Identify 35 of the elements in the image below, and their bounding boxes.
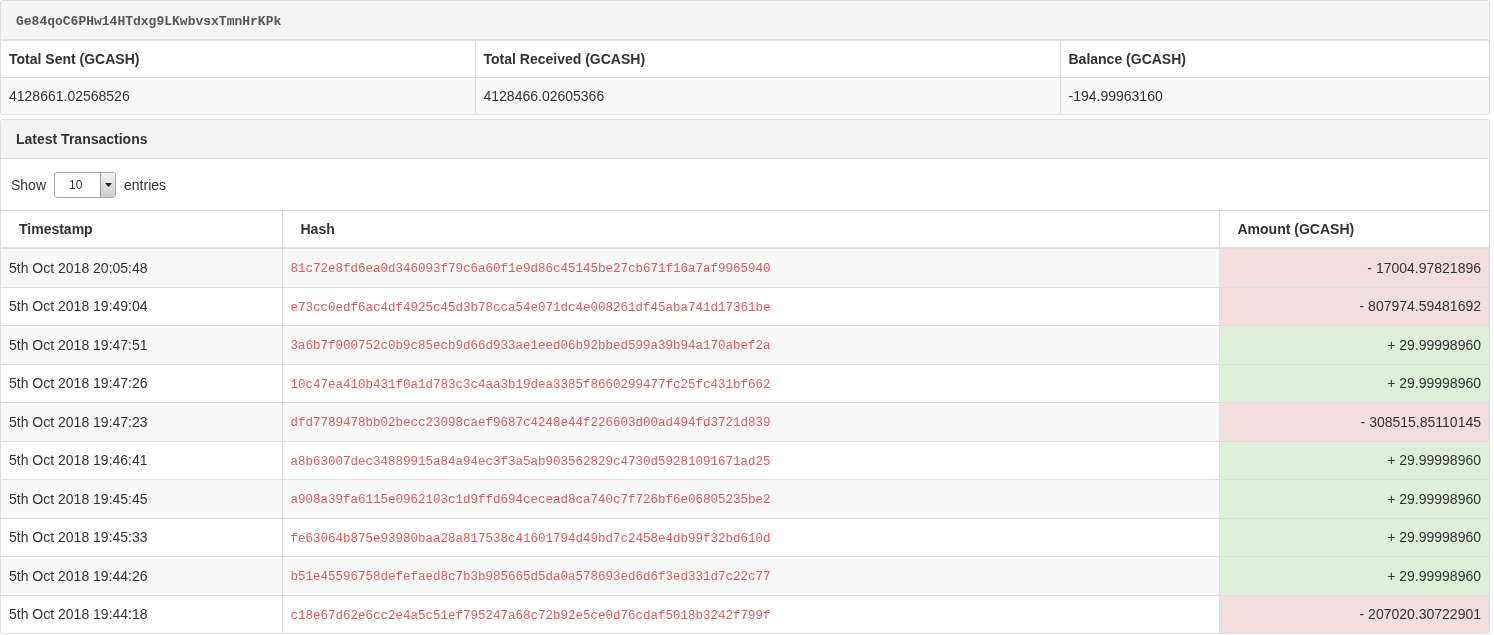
- hash-link[interactable]: e73cc0edf6ac4df4925c45d3b78cca54e071dc4e008261df45aba741d17361be: [290, 300, 771, 315]
- amount-cell: + 29.99998960: [1219, 441, 1489, 480]
- amount-cell: - 308515.85110145: [1219, 402, 1489, 441]
- timestamp-cell: 5th Oct 2018 20:05:48: [1, 248, 282, 287]
- timestamp-cell: 5th Oct 2018 19:47:23: [1, 402, 282, 441]
- amount-cell: - 807974.59481692: [1219, 287, 1489, 326]
- amount-cell: - 17004.97821896: [1219, 248, 1489, 287]
- hash-link[interactable]: a908a39fa6115e0962103c1d9ffd694cecead8ca740c7f726bf6e06805235be2: [290, 493, 771, 508]
- timestamp-cell: 5th Oct 2018 19:44:26: [1, 556, 282, 595]
- timestamp-cell: 5th Oct 2018 19:47:51: [1, 325, 282, 364]
- timestamp-cell: 5th Oct 2018 19:44:18: [1, 595, 282, 633]
- table-cell: -194.99963160: [1060, 77, 1489, 114]
- page-size-select[interactable]: 10: [54, 171, 117, 198]
- entries-label: entries: [124, 176, 167, 193]
- amount-cell: + 29.99998960: [1219, 364, 1489, 403]
- caret-icon: [104, 182, 112, 187]
- address-title: Ge84qoC6PHw14HTdxg9LKwbvsxTmnHrKPk: [16, 14, 282, 29]
- hash-link[interactable]: 3a6b7f000752c0b9c85ecb9d66d933ae1eed06b92bbed599a39b94a170abef2a: [290, 339, 771, 354]
- amount-cell: + 29.99998960: [1219, 556, 1489, 595]
- hash-link[interactable]: a8b63007dec34889915a84a94ec3f3a5ab903562829c4730d59281091671ad25: [290, 454, 771, 469]
- hash-link[interactable]: fe63064b875e93980baa28a817538c41601794d49bd7c2458e4db99f32bd610d: [290, 531, 771, 546]
- hash-link[interactable]: c18e67d62e6cc2e4a5c51ef795247a68c72b92e5ce0d76cdaf5018b3242f799f: [290, 608, 771, 623]
- table-cell: 4128661.02568526: [1, 77, 475, 114]
- hash-link[interactable]: 81c72e8fd6ea0d346093f79c6a60f1e9d86c45145be27cb671f16a7af9965940: [290, 262, 771, 277]
- amount-cell: + 29.99998960: [1219, 518, 1489, 557]
- hash-link[interactable]: b51e45596758defefaed8c7b3b985665d5da0a578693ed6d6f3ed331d7c22c77: [290, 570, 771, 585]
- table-cell: 4128466.02605366: [475, 77, 1060, 114]
- amount-cell: - 207020.30722901: [1219, 595, 1489, 633]
- timestamp-cell: 5th Oct 2018 19:45:45: [1, 479, 282, 518]
- panel-title: Latest Transactions: [16, 131, 148, 147]
- amount-cell: + 29.99998960: [1219, 479, 1489, 518]
- hash-link[interactable]: dfd7789478bb02becc23098caef9687c4248e44f226603d00ad494fd3721d839: [290, 416, 771, 431]
- hash-link[interactable]: 10c47ea410b431f0a1d783c3c4aa3b19dea3385f8660299477fc25fc431bf662: [290, 377, 771, 392]
- amount-cell: + 29.99998960: [1219, 325, 1489, 364]
- show-label: Show: [11, 176, 47, 193]
